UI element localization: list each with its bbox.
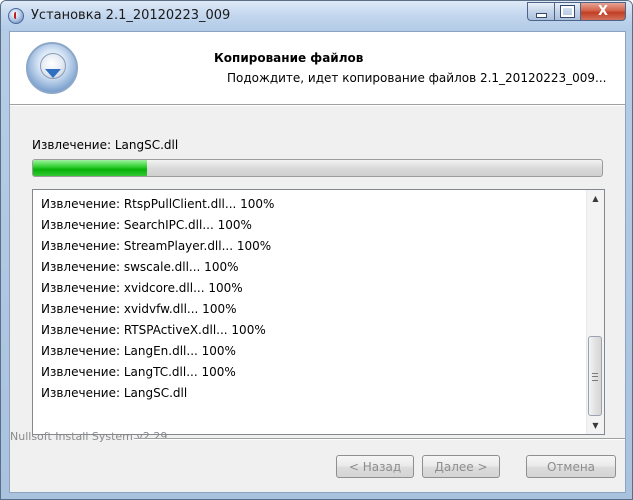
log-item: Извлечение: RTSPActiveX.dll... 100%: [41, 323, 266, 337]
close-button[interactable]: X: [580, 2, 626, 21]
installer-disc-icon: [8, 8, 24, 24]
log-scrollbar[interactable]: ▲ ▼: [586, 190, 604, 434]
progress-bar: [32, 159, 603, 177]
maximize-button[interactable]: [554, 2, 580, 21]
footer-divider: [134, 438, 625, 440]
log-item: Извлечение: RtspPullClient.dll... 100%: [41, 197, 275, 211]
log-item: Извлечение: StreamPlayer.dll... 100%: [41, 239, 272, 253]
details-log[interactable]: Извлечение: RtspPullClient.dll... 100% Из…: [32, 189, 605, 435]
grip-icon: [592, 373, 598, 381]
branding-text: Nullsoft Install System v2.29: [10, 430, 168, 443]
page-subtitle: Подождите, идет копирование файлов 2.1_2…: [227, 71, 607, 85]
window-title: Установка 2.1_20120223_009: [31, 8, 231, 23]
scroll-thumb[interactable]: [588, 336, 602, 416]
installer-body: Копирование файлов Подождите, идет копир…: [9, 31, 626, 493]
progress-bar-fill: [33, 160, 147, 176]
log-item: Извлечение: swscale.dll... 100%: [41, 260, 239, 274]
header-panel: Копирование файлов Подождите, идет копир…: [10, 32, 625, 105]
page-title: Копирование файлов: [214, 51, 364, 65]
close-icon: X: [597, 4, 609, 19]
scroll-up-button[interactable]: ▲: [587, 190, 604, 207]
current-status-text: Извлечение: LangSC.dll: [32, 138, 179, 152]
installer-logo-icon: [26, 42, 78, 94]
log-item: Извлечение: LangSC.dll: [41, 386, 188, 400]
title-bar[interactable]: Установка 2.1_20120223_009 X: [1, 1, 632, 31]
minimize-button[interactable]: [527, 2, 554, 21]
log-item: Извлечение: LangTC.dll... 100%: [41, 365, 236, 379]
maximize-icon: [561, 6, 574, 17]
log-item: Извлечение: SearchIPC.dll... 100%: [41, 218, 252, 232]
next-button[interactable]: Далее >: [422, 455, 500, 478]
download-arrow-icon: [45, 69, 61, 78]
log-item: Извлечение: xvidcore.dll... 100%: [41, 281, 243, 295]
installer-window: Установка 2.1_20120223_009 X Копирование…: [0, 0, 633, 500]
log-item: Извлечение: xvidvfw.dll... 100%: [41, 302, 237, 316]
scroll-down-button[interactable]: ▼: [587, 417, 604, 434]
back-button[interactable]: < Назад: [336, 455, 414, 478]
log-item: Извлечение: LangEn.dll... 100%: [41, 344, 236, 358]
cancel-button[interactable]: Отмена: [526, 455, 616, 478]
minimize-icon: [535, 12, 547, 18]
log-list: Извлечение: RtspPullClient.dll... 100% Из…: [33, 194, 584, 404]
